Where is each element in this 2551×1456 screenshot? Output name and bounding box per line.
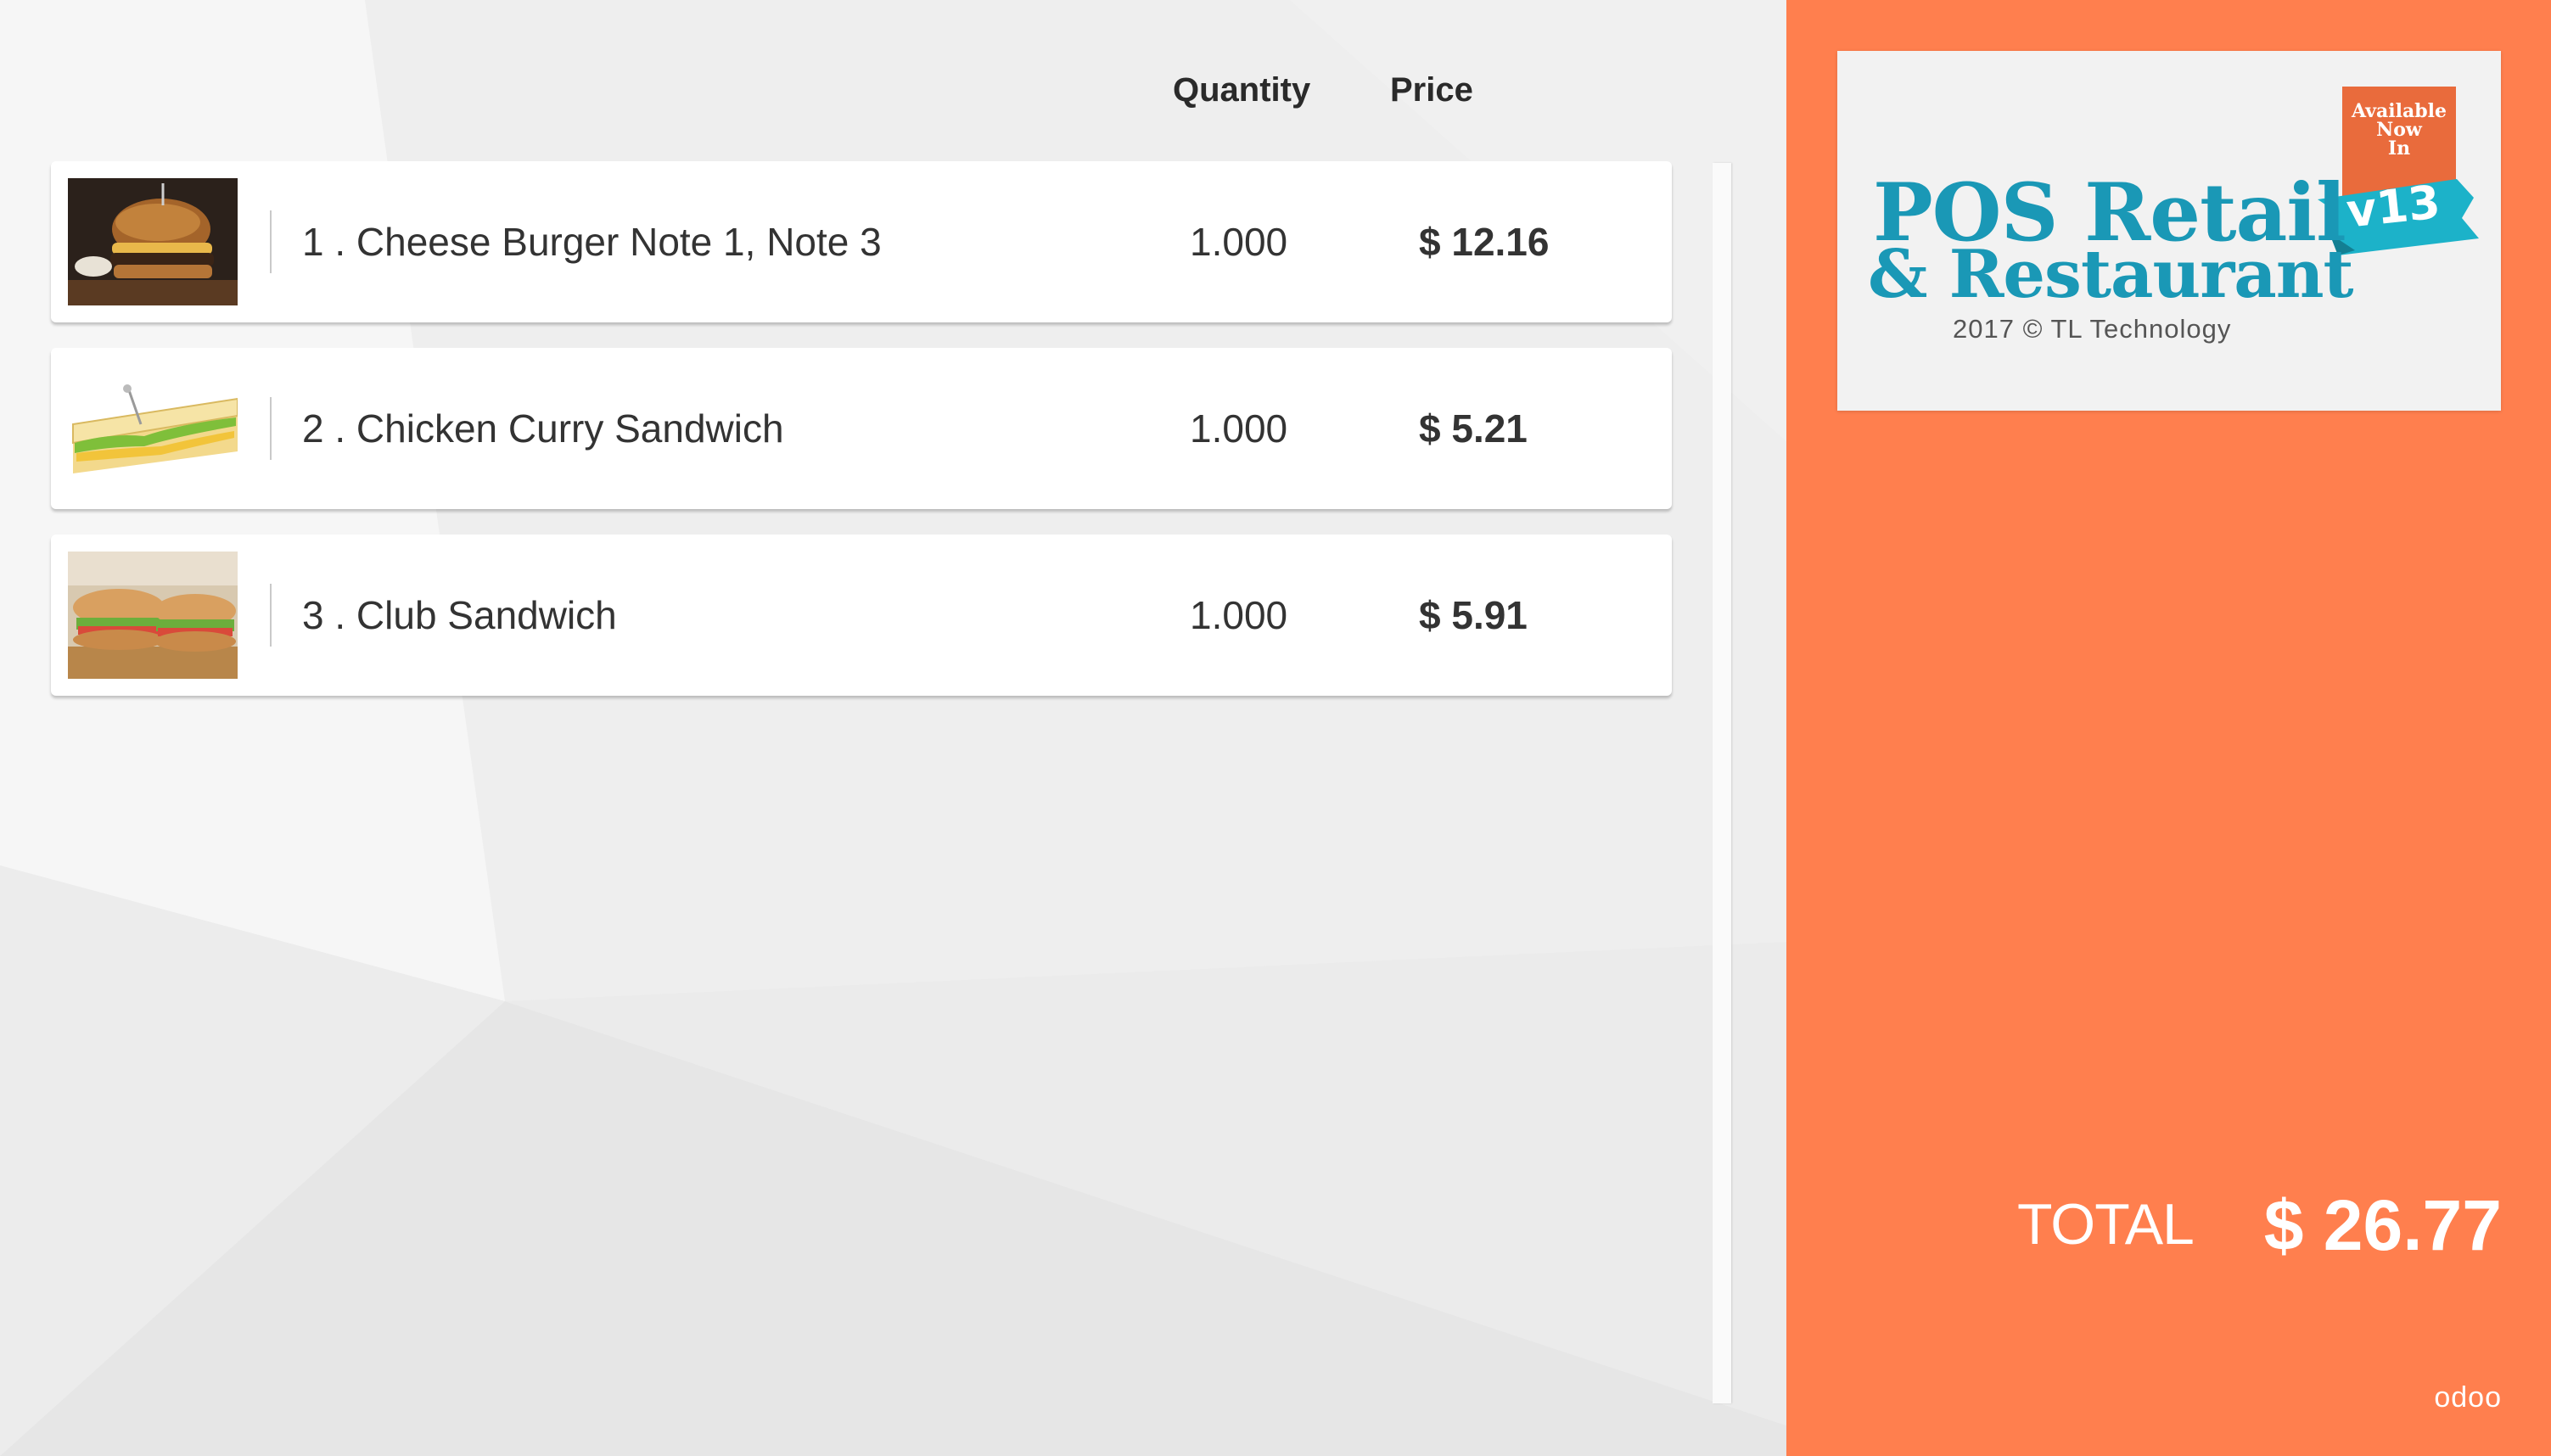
line-divider — [270, 397, 272, 460]
order-line: 1 . Cheese Burger Note 1, Note 3 1.000 $… — [51, 161, 1672, 322]
line-quantity: 1.000 — [1190, 220, 1288, 264]
promo-copyright: 2017 © TL Technology — [1953, 314, 2232, 344]
promo-subtitle: & Restaurant — [1868, 236, 2354, 313]
line-price: $ 5.21 — [1419, 406, 1528, 451]
line-divider — [270, 210, 272, 273]
quantity-column-header: Quantity — [1173, 71, 1311, 109]
line-divider — [270, 584, 272, 647]
order-scrollbar[interactable] — [1713, 163, 1731, 1403]
price-column-header: Price — [1390, 71, 1473, 109]
burger-image — [68, 178, 238, 305]
version-label: v13 — [2344, 175, 2443, 238]
line-product-name: 2 . Chicken Curry Sandwich — [302, 406, 784, 451]
line-product-name: 1 . Cheese Burger Note 1, Note 3 — [302, 220, 882, 264]
order-line: 3 . Club Sandwich 1.000 $ 5.91 — [51, 535, 1672, 696]
line-product-name: 3 . Club Sandwich — [302, 593, 617, 637]
line-quantity: 1.000 — [1190, 593, 1288, 637]
side-panel: Available Now In v13 POS Retail & Restaura… — [1786, 0, 2551, 1456]
promo-banner: Available Now In v13 POS Retail & Restaura… — [1837, 51, 2501, 411]
club-sandwich-image — [68, 552, 238, 679]
odoo-logo: odoo — [2434, 1381, 2502, 1414]
line-price: $ 5.91 — [1419, 593, 1528, 637]
total-amount: $ 26.77 — [2263, 1185, 2502, 1265]
badge-text: Available Now In — [2352, 100, 2447, 160]
order-area: Quantity Price 1 . Cheese Burger Note 1, — [0, 0, 1786, 1456]
order-lines: 1 . Cheese Burger Note 1, Note 3 1.000 $… — [51, 161, 1672, 721]
sandwich-image — [68, 365, 238, 492]
line-quantity: 1.000 — [1190, 406, 1288, 451]
order-line: 2 . Chicken Curry Sandwich 1.000 $ 5.21 — [51, 348, 1672, 509]
line-price: $ 12.16 — [1419, 220, 1550, 264]
total-label: TOTAL — [2017, 1192, 2195, 1257]
